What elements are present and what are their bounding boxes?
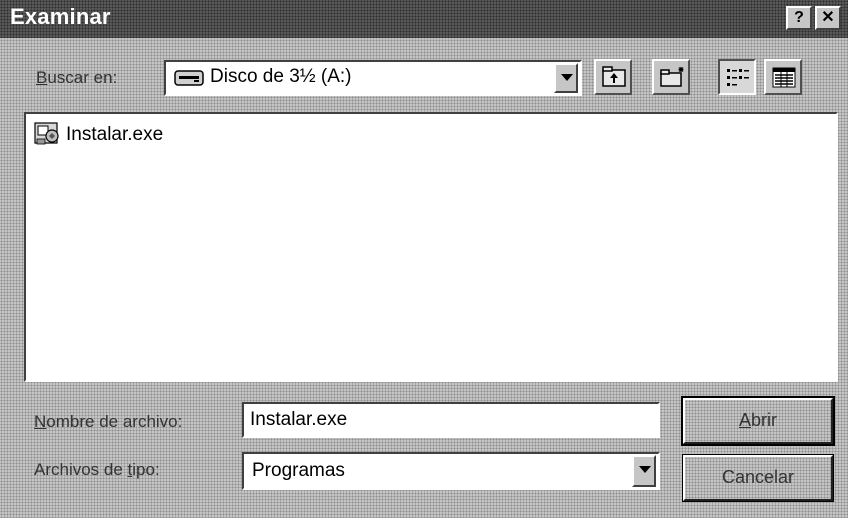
look-in-value: Disco de 3½ (A:) — [210, 66, 352, 87]
open-button[interactable]: Abrir — [681, 396, 835, 446]
help-button[interactable]: ? — [786, 6, 812, 30]
file-list[interactable]: Instalar.exe — [24, 112, 838, 382]
window-title: Examinar — [10, 4, 111, 29]
file-name: Instalar.exe — [66, 124, 164, 145]
filetype-combo[interactable]: Programas — [242, 452, 660, 490]
look-in-dropdown-button[interactable] — [554, 63, 578, 93]
filename-label: Nombre de archivo: — [34, 412, 183, 431]
folder-up-icon — [602, 66, 626, 87]
list-view-icon — [727, 69, 749, 86]
filetype-value: Programas — [252, 460, 345, 481]
new-folder-icon — [660, 67, 684, 87]
look-in-label: Buscar en: — [36, 68, 118, 87]
cancel-button[interactable]: Cancelar — [682, 454, 834, 502]
list-view-button[interactable] — [718, 59, 756, 95]
up-one-level-button[interactable] — [594, 59, 632, 95]
details-view-icon — [772, 67, 796, 88]
close-icon: ✕ — [821, 9, 835, 26]
floppy-drive-icon — [174, 70, 204, 86]
installer-exe-icon — [34, 122, 59, 145]
title-bar[interactable]: Examinar ? ✕ — [0, 0, 848, 38]
look-in-combo[interactable]: Disco de 3½ (A:) — [164, 60, 582, 96]
details-view-button[interactable] — [764, 59, 802, 95]
browse-dialog: Examinar ? ✕ Buscar en: Disco de 3½ (A:) — [0, 0, 848, 518]
filetype-dropdown-button[interactable] — [632, 455, 656, 487]
filetype-label: Archivos de tipo: — [34, 460, 160, 479]
close-button[interactable]: ✕ — [815, 6, 841, 30]
create-new-folder-button[interactable] — [652, 59, 690, 95]
filename-input[interactable] — [242, 402, 660, 438]
